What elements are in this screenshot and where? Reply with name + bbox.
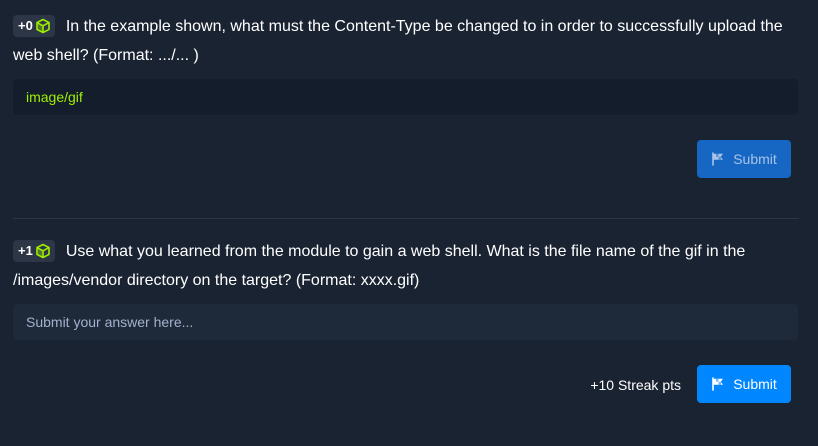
question-2-text: Use what you learned from the module to … [13,243,746,289]
flag-icon [712,377,724,391]
question-1-text: In the example shown, what must the Cont… [13,18,783,64]
cube-icon [36,18,50,33]
submit-button-1[interactable]: Submit [697,140,791,178]
question-2-text-block: +1 Use what you learned from the module … [13,237,798,295]
questions-panel: +0 In the example shown, what must the C… [0,0,818,446]
submit-button-2[interactable]: Submit [697,365,791,403]
points-value: +0 [18,18,33,33]
streak-points: +10 Streak pts [590,377,681,393]
submit-button-2-label: Submit [733,376,777,392]
answer-field-correct[interactable]: image/gif [13,79,798,115]
question-1: +0 In the example shown, what must the C… [13,12,798,178]
divider [13,218,799,219]
question-1-text-block: +0 In the example shown, what must the C… [13,12,798,70]
cube-icon [36,243,50,258]
points-value: +1 [18,243,33,258]
submit-button-1-label: Submit [733,151,777,167]
points-badge: +0 [13,14,55,37]
flag-icon [712,152,724,166]
points-badge: +1 [13,239,55,262]
question-2: +1 Use what you learned from the module … [13,237,798,403]
answer-input[interactable] [13,304,798,340]
